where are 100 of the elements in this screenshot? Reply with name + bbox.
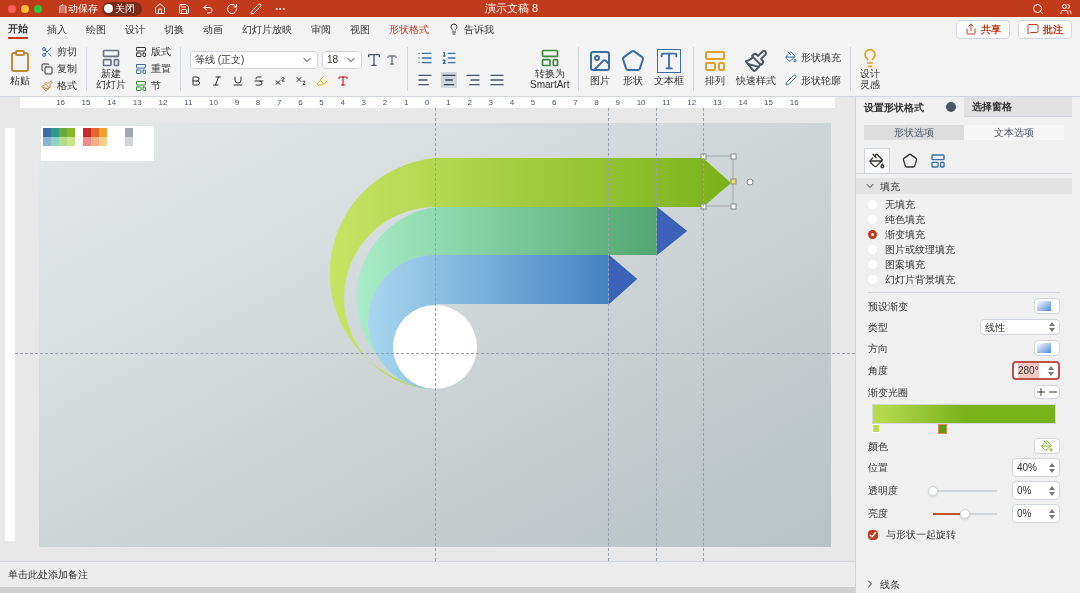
ruler-number: 15 — [81, 97, 91, 108]
reset-button[interactable]: 重置 — [135, 61, 171, 76]
stepper-icon[interactable] — [1049, 485, 1055, 496]
number-field[interactable]: 280° — [1012, 361, 1060, 380]
arrow-head-shape[interactable] — [609, 254, 637, 304]
slider-thumb[interactable] — [960, 508, 970, 519]
ribbon-tab[interactable]: 切换 — [164, 19, 184, 39]
bold-icon[interactable] — [190, 74, 202, 87]
ruler-number: 6 — [298, 97, 303, 108]
italic-icon[interactable] — [211, 74, 223, 87]
numbered-list-icon[interactable] — [441, 49, 457, 66]
subscript-icon[interactable] — [295, 74, 307, 87]
ruler-number: 9 — [234, 97, 240, 108]
redo-icon[interactable] — [226, 2, 238, 15]
fill-radio[interactable]: 幻灯片背景填充 — [868, 273, 1060, 286]
checkbox-icon[interactable] — [868, 529, 878, 540]
autosave-toggle[interactable]: 关闭 — [102, 1, 142, 16]
font-shrink-icon[interactable] — [386, 53, 398, 66]
edit-icon[interactable] — [250, 2, 262, 15]
field-value: 280° — [1018, 363, 1039, 378]
number-field[interactable]: 0% — [1012, 504, 1060, 523]
close-icon[interactable] — [946, 102, 956, 112]
people-icon[interactable] — [1060, 2, 1072, 15]
shape-button[interactable]: 形状 — [621, 49, 646, 88]
shape-icon — [621, 49, 646, 73]
design-ideas-button[interactable]: 设计 灵感 — [860, 47, 881, 90]
add-stop-icon[interactable] — [1035, 386, 1047, 398]
superscript-icon[interactable] — [274, 74, 286, 87]
font-size-dropdown[interactable]: 18 — [322, 50, 362, 69]
minimize-button[interactable] — [21, 4, 29, 13]
ribbon-tab[interactable]: 绘图 — [86, 19, 106, 39]
ribbon-tab[interactable]: 开始 — [8, 19, 28, 39]
section-button[interactable]: 节 — [135, 78, 171, 93]
arrange-button[interactable]: 排列 — [703, 49, 728, 88]
gradient-preset-dropdown[interactable] — [1034, 298, 1060, 314]
curved-arrow-shape[interactable] — [330, 157, 731, 389]
underline-icon[interactable] — [232, 74, 244, 87]
stepper-icon[interactable] — [1049, 508, 1055, 519]
share-button[interactable]: 共享 — [956, 19, 1010, 39]
fill-radio[interactable]: 纯色填充 — [868, 213, 1060, 226]
fill-tab[interactable] — [864, 148, 890, 173]
undo-icon[interactable] — [202, 2, 214, 15]
stepper-icon[interactable] — [1048, 365, 1054, 376]
stepper-icon[interactable] — [1049, 322, 1055, 332]
ribbon-tab[interactable]: 幻灯片放映 — [242, 19, 292, 39]
strikethrough-icon[interactable] — [253, 74, 265, 87]
ribbon-tab[interactable]: 告诉我 — [448, 19, 494, 39]
smartart-button[interactable]: 转换为 SmartArt — [530, 47, 570, 90]
number-field[interactable]: 0% — [1012, 481, 1060, 500]
cut-button[interactable]: 剪切 — [41, 44, 77, 59]
align-center-icon[interactable] — [441, 71, 457, 88]
number-field[interactable]: 40% — [1012, 458, 1060, 477]
fill-radio[interactable]: 无填充 — [868, 198, 1060, 211]
panel-tab[interactable]: 选择窗格 — [964, 97, 1072, 117]
ribbon-tab[interactable]: 设计 — [125, 19, 145, 39]
ruler-number: 1 — [446, 97, 451, 108]
ruler-number: 2 — [382, 97, 388, 108]
ribbon-tab[interactable]: 动画 — [203, 19, 223, 39]
shape-fill-button[interactable]: 形状填充 — [785, 49, 842, 65]
notes-placeholder[interactable]: 单击此处添加备注 — [8, 567, 88, 582]
options-tab[interactable]: 文本选项 — [964, 125, 1064, 140]
picture-button[interactable]: 图片 — [588, 49, 613, 88]
stepper-icon[interactable] — [1049, 462, 1055, 473]
home-icon[interactable] — [154, 2, 166, 15]
options-tab[interactable]: 形状选项 — [864, 125, 964, 140]
ribbon-tab[interactable]: 审阅 — [311, 19, 331, 39]
radio-icon[interactable] — [868, 230, 877, 239]
ruler-number: 3 — [361, 97, 367, 108]
layout-button[interactable]: 版式 — [135, 44, 171, 59]
selection-handles[interactable] — [700, 153, 754, 209]
arrow-head-shape[interactable] — [657, 206, 687, 255]
pentagon-icon[interactable] — [902, 153, 918, 169]
type-dropdown[interactable]: 线性 — [980, 319, 1060, 335]
maximize-button[interactable] — [34, 4, 42, 13]
copy-icon — [41, 62, 53, 75]
comments-button[interactable]: 批注 — [1018, 19, 1072, 39]
fill-section-header[interactable]: 填充 — [856, 178, 1072, 194]
ribbon-tab[interactable]: 形状格式 — [389, 19, 429, 39]
color-dropdown[interactable] — [1034, 438, 1060, 454]
slider-thumb[interactable] — [928, 485, 938, 496]
font-color-icon[interactable] — [337, 74, 349, 87]
direction-dropdown[interactable] — [1034, 340, 1060, 356]
save-icon[interactable] — [178, 2, 190, 15]
line-section-header[interactable]: 线条 — [856, 577, 1072, 591]
font-dropdown[interactable]: 等线 (正文) — [190, 50, 318, 69]
fill-radio[interactable]: 图片或纹理填充 — [868, 243, 1060, 256]
search-icon[interactable] — [1032, 2, 1044, 15]
new-slide-button[interactable]: 新建 幻灯片 — [96, 47, 126, 90]
ribbon-tab[interactable]: 插入 — [47, 19, 67, 39]
shape-outline-button[interactable]: 形状轮廓 — [785, 72, 842, 88]
format-painter-button[interactable]: 格式 — [41, 78, 77, 93]
paste-button[interactable]: 粘贴 — [8, 49, 32, 88]
fill-radio[interactable]: 图案填充 — [868, 258, 1060, 271]
copy-button[interactable]: 复制 — [41, 61, 77, 76]
quick-styles-button[interactable]: 快速样式 — [736, 49, 777, 88]
textbox-button[interactable]: 文本框 — [654, 49, 685, 88]
fill-radio[interactable]: 渐变填充 — [868, 228, 1060, 241]
ribbon-tab[interactable]: 视图 — [350, 19, 370, 39]
font-grow-icon[interactable] — [366, 51, 382, 68]
rotate-checkbox[interactable]: 与形状一起旋转 — [868, 527, 1060, 542]
